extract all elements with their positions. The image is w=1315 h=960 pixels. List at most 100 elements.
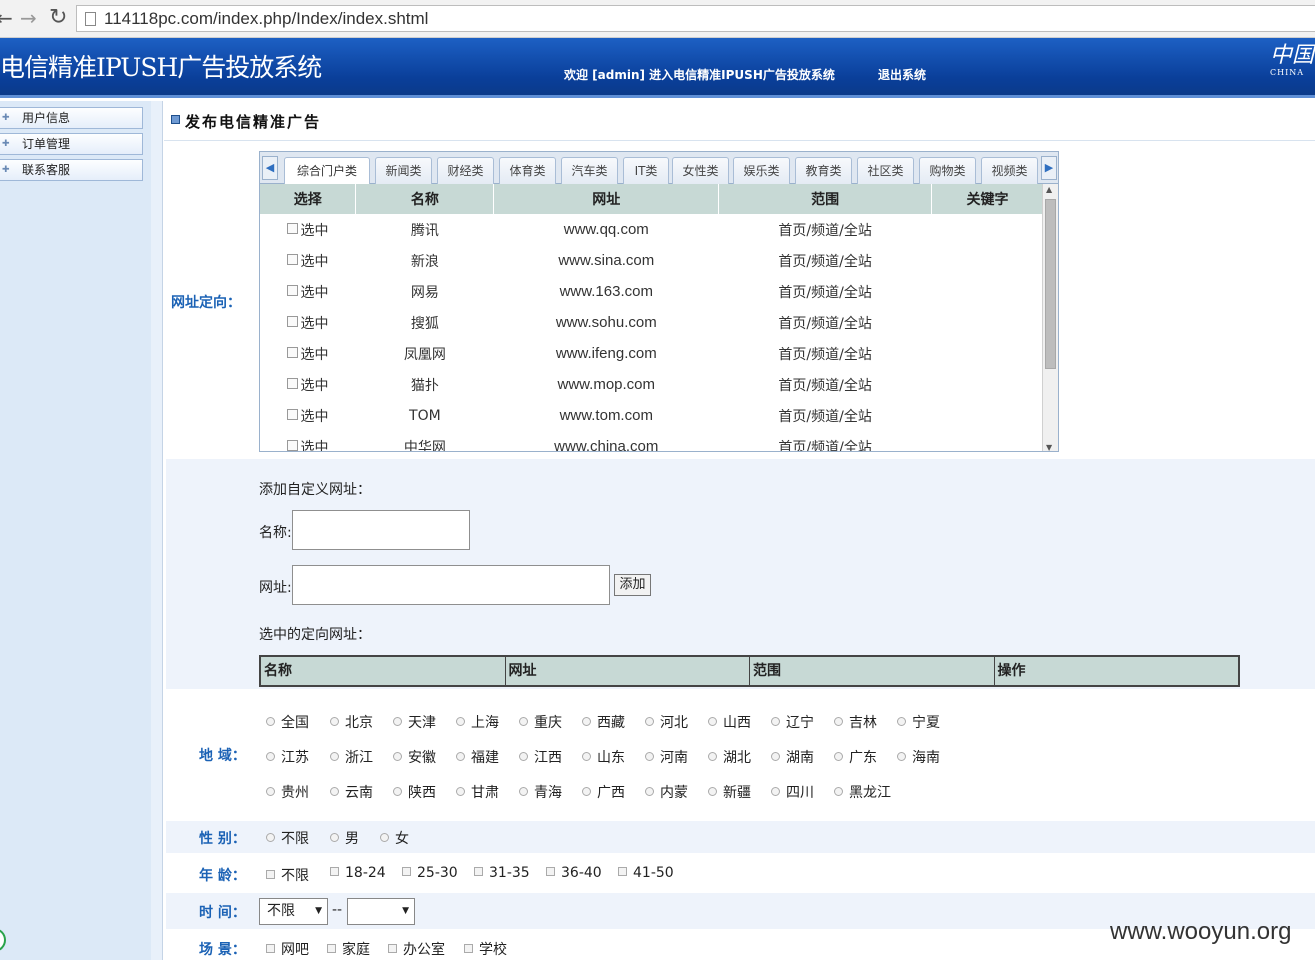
sidebar-item-label: 订单管理: [22, 137, 71, 151]
tab-scroll-right-icon[interactable]: ▶: [1041, 156, 1057, 180]
region-option[interactable]: 新疆: [708, 782, 751, 802]
scroll-down-icon[interactable]: ▼: [1046, 443, 1052, 451]
region-option[interactable]: 上海: [456, 712, 499, 732]
time-to-select[interactable]: ▼: [347, 898, 415, 925]
age-option[interactable]: 18-24: [330, 865, 386, 881]
radio-icon: [834, 786, 843, 796]
region-option[interactable]: 海南: [897, 747, 940, 767]
radio-icon: [380, 832, 389, 842]
age-option[interactable]: 41-50: [618, 865, 674, 881]
age-option[interactable]: 25-30: [402, 865, 458, 881]
tab-entertainment[interactable]: 娱乐类: [733, 157, 790, 184]
region-option[interactable]: 广东: [834, 747, 877, 767]
category-tabs: ◀ 综合门户类 新闻类 财经类 体育类 汽车类 IT类 女性类 娱乐类 教育类 …: [260, 152, 1058, 185]
region-option[interactable]: 天津: [393, 712, 436, 732]
region-option[interactable]: 湖南: [771, 747, 814, 767]
table-row: 选中 新浪 www.sina.com 首页/频道/全站: [260, 245, 1044, 276]
select-checkbox[interactable]: [287, 347, 299, 358]
table-row: 选中 猫扑 www.mop.com 首页/频道/全站: [260, 369, 1044, 400]
tab-it[interactable]: IT类: [623, 157, 669, 184]
option-label: 湖南: [786, 750, 814, 766]
scene-option[interactable]: 家庭: [327, 939, 370, 959]
region-option[interactable]: 贵州: [266, 782, 309, 802]
age-option[interactable]: 36-40: [546, 865, 602, 881]
select-label: 选中: [300, 253, 329, 270]
option-label: 四川: [786, 785, 814, 801]
gender-option-female[interactable]: 女: [380, 828, 409, 848]
scene-option[interactable]: 办公室: [388, 939, 445, 959]
select-checkbox[interactable]: [287, 378, 299, 389]
region-option[interactable]: 北京: [330, 712, 373, 732]
tab-women[interactable]: 女性类: [672, 157, 729, 184]
sidebar-item-user-info[interactable]: ✚ 用户信息: [0, 107, 143, 129]
reload-icon[interactable]: ↻: [49, 6, 67, 30]
region-option[interactable]: 江苏: [266, 747, 309, 767]
tab-video[interactable]: 视频类: [981, 157, 1038, 184]
tab-education[interactable]: 教育类: [795, 157, 852, 184]
scene-label: 场 景：: [199, 942, 246, 958]
address-bar[interactable]: 114118pc.com/index.php/Index/index.shtml: [76, 5, 1315, 32]
logout-link[interactable]: 退出系统: [878, 66, 926, 83]
region-option[interactable]: 江西: [519, 747, 562, 767]
region-option[interactable]: 山东: [582, 747, 625, 767]
tab-community[interactable]: 社区类: [857, 157, 914, 184]
url-input[interactable]: [292, 565, 610, 605]
select-checkbox[interactable]: [287, 409, 299, 420]
region-option[interactable]: 甘肃: [456, 782, 499, 802]
region-option[interactable]: 西藏: [582, 712, 625, 732]
tab-auto[interactable]: 汽车类: [561, 157, 618, 184]
region-option[interactable]: 四川: [771, 782, 814, 802]
select-checkbox[interactable]: [287, 285, 299, 296]
site-name: TOM: [409, 407, 441, 424]
scene-option[interactable]: 学校: [464, 939, 507, 959]
region-option[interactable]: 安徽: [393, 747, 436, 767]
back-icon[interactable]: ←: [0, 6, 13, 30]
region-option[interactable]: 内蒙: [645, 782, 688, 802]
region-option[interactable]: 陕西: [393, 782, 436, 802]
region-option[interactable]: 辽宁: [771, 712, 814, 732]
option-label: 北京: [345, 715, 373, 731]
sidebar-item-support[interactable]: ✚ 联系客服: [0, 159, 143, 181]
region-option[interactable]: 黑龙江: [834, 782, 891, 802]
scroll-up-icon[interactable]: ▲: [1046, 185, 1052, 194]
scene-option[interactable]: 网吧: [266, 939, 309, 959]
sidebar-item-orders[interactable]: ✚ 订单管理: [0, 133, 143, 155]
region-option[interactable]: 重庆: [519, 712, 562, 732]
region-option[interactable]: 宁夏: [897, 712, 940, 732]
time-from-select[interactable]: 不限 ▼: [259, 898, 328, 925]
tab-finance[interactable]: 财经类: [437, 157, 494, 184]
region-option[interactable]: 浙江: [330, 747, 373, 767]
gender-option-any[interactable]: 不限: [266, 828, 309, 848]
select-checkbox[interactable]: [287, 316, 299, 327]
age-option[interactable]: 31-35: [474, 865, 530, 881]
scrollbar-thumb[interactable]: [1045, 199, 1056, 369]
region-option[interactable]: 广西: [582, 782, 625, 802]
tab-scroll-left-icon[interactable]: ◀: [262, 156, 278, 180]
table-scrollbar[interactable]: ▲ ▼: [1042, 184, 1058, 451]
region-option[interactable]: 吉林: [834, 712, 877, 732]
region-option[interactable]: 河南: [645, 747, 688, 767]
region-option[interactable]: 青海: [519, 782, 562, 802]
tab-portal[interactable]: 综合门户类: [284, 157, 370, 185]
logo-subtext: CHINA: [1270, 68, 1305, 77]
tab-news[interactable]: 新闻类: [375, 157, 432, 184]
select-checkbox[interactable]: [287, 440, 299, 451]
select-checkbox[interactable]: [287, 223, 299, 234]
tab-sports[interactable]: 体育类: [499, 157, 556, 184]
tab-shopping[interactable]: 购物类: [919, 157, 976, 184]
region-option[interactable]: 湖北: [708, 747, 751, 767]
region-option[interactable]: 云南: [330, 782, 373, 802]
gender-option-male[interactable]: 男: [330, 828, 359, 848]
site-keyword: [932, 245, 1044, 276]
region-option[interactable]: 福建: [456, 747, 499, 767]
region-option[interactable]: 河北: [645, 712, 688, 732]
region-option[interactable]: 全国: [266, 712, 309, 732]
name-input[interactable]: [292, 510, 470, 550]
region-option[interactable]: 山西: [708, 712, 751, 732]
forward-icon[interactable]: →: [20, 6, 37, 30]
age-option[interactable]: 不限: [266, 865, 309, 885]
site-scope: 首页/频道/全站: [778, 253, 872, 270]
site-url: www.163.com: [559, 283, 653, 300]
select-checkbox[interactable]: [287, 254, 299, 265]
add-url-button[interactable]: 添加: [614, 574, 651, 596]
